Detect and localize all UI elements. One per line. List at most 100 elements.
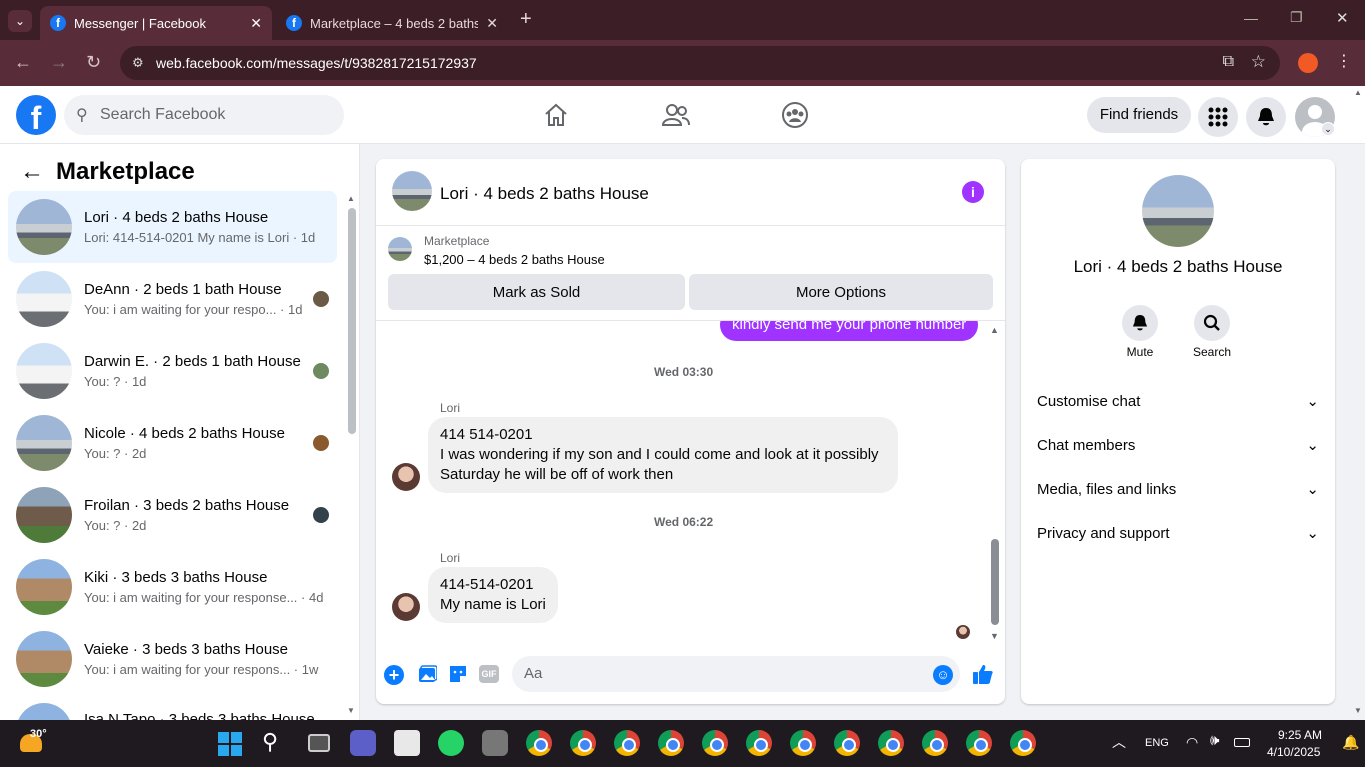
gif-icon[interactable]: GIF [479,665,499,683]
search-conversation-button[interactable] [1194,305,1230,341]
conversation-item[interactable]: Kiki · 3 beds 3 baths House You: i am wai… [8,551,337,623]
menu-grid-icon[interactable] [1198,97,1238,137]
close-window-icon[interactable]: ✕ [1336,9,1349,27]
chat-title[interactable]: Lori · 4 beds 2 baths House [440,184,649,204]
message-input[interactable]: Aa [512,656,960,692]
chrome-icon[interactable] [526,730,552,756]
listing-price[interactable]: $1,200 – 4 beds 2 baths House [424,252,605,267]
back-arrow-icon[interactable]: ← [20,158,44,186]
search-input[interactable]: ⚲ Search Facebook [64,95,344,135]
clock-time[interactable]: 9:25 AM [1278,728,1322,742]
conversation-item[interactable]: Darwin E. · 2 beds 1 bath House You: ? · … [8,335,337,407]
chrome-icon[interactable] [922,730,948,756]
chrome-icon[interactable] [658,730,684,756]
task-view-icon[interactable] [308,734,330,752]
taskbar-search-icon[interactable]: ⚲ [262,729,278,755]
chrome-icon[interactable] [878,730,904,756]
site-info-icon[interactable]: ⚙ [132,55,144,71]
chat-scroll-down-icon[interactable]: ▼ [990,631,999,641]
conversation-item[interactable]: Nicole · 4 beds 2 baths House You: ? · 2d [8,407,337,479]
incoming-message-bubble[interactable]: 414-514-0201 My name is Lori [428,567,558,623]
conversation-item[interactable]: Froilan · 3 beds 2 baths House You: ? · 2… [8,479,337,551]
new-tab-icon[interactable]: + [520,8,532,31]
chat-scrollbar[interactable] [991,539,999,625]
facebook-logo-icon[interactable]: f [16,95,56,135]
url-bar[interactable]: ⚙ web.facebook.com/messages/t/9382817215… [120,46,1280,80]
wifi-icon[interactable]: ◠ [1186,734,1198,751]
conversation-title: Nicole · 4 beds 2 baths House [84,425,285,442]
meet-icon[interactable] [350,730,376,756]
chat-info-icon[interactable]: i [962,181,984,203]
install-app-icon[interactable]: ⧉ [1223,53,1234,71]
messages-area[interactable]: kindly send me your phone number Wed 03:… [376,321,1005,647]
chrome-icon[interactable] [790,730,816,756]
chrome-icon[interactable] [966,730,992,756]
page-scroll-up-icon[interactable]: ▲ [1354,88,1362,97]
section-media-files-links[interactable]: Media, files and links ⌄ [1037,480,1319,499]
language-indicator[interactable]: ENG [1145,737,1169,749]
section-customise-chat[interactable]: Customise chat ⌄ [1037,392,1319,411]
photo-icon[interactable] [417,664,437,684]
sidebar-scrollbar[interactable] [348,208,356,434]
groups-icon[interactable] [781,101,809,129]
conversation-item[interactable]: Lori · 4 beds 2 baths House Lori: 414-514… [8,191,337,263]
find-friends-button[interactable]: Find friends [1087,97,1191,133]
browser-menu-icon[interactable]: ⋮ [1336,51,1352,71]
whatsapp-icon[interactable] [438,730,464,756]
chat-avatar[interactable] [392,171,432,211]
info-avatar[interactable] [1142,175,1214,247]
close-tab-icon[interactable]: ✕ [250,15,262,32]
listing-thumbnail[interactable] [388,237,412,261]
account-chevron-icon[interactable]: ⌄ [1321,122,1335,136]
tab-messenger[interactable]: f Messenger | Facebook ✕ [40,6,272,40]
forward-icon[interactable]: → [50,52,68,72]
mark-as-sold-button[interactable]: Mark as Sold [388,274,685,310]
notifications-bell-icon[interactable] [1246,97,1286,137]
sidebar-scroll-up-icon[interactable]: ▲ [347,194,355,203]
section-privacy-support[interactable]: Privacy and support ⌄ [1037,524,1319,543]
reload-icon[interactable]: ↻ [86,52,101,72]
sender-avatar[interactable] [392,593,420,621]
sender-avatar[interactable] [392,463,420,491]
chrome-icon[interactable] [834,730,860,756]
conversation-item[interactable]: DeAnn · 2 beds 1 bath House You: i am wai… [8,263,337,335]
notification-center-icon[interactable]: 🔔 [1342,734,1359,751]
chat-scroll-up-icon[interactable]: ▲ [990,325,999,335]
volume-icon[interactable]: 🕪 [1210,732,1219,749]
friends-icon[interactable] [662,102,690,128]
conversation-item[interactable]: Vaieke · 3 beds 3 baths House You: i am w… [8,623,337,695]
more-options-button[interactable]: More Options [689,274,993,310]
outgoing-message-bubble[interactable]: kindly send me your phone number [720,321,979,341]
section-chat-members[interactable]: Chat members ⌄ [1037,436,1319,455]
conversation-item[interactable]: Isa N Tapo · 3 beds 3 baths House [8,695,337,720]
close-tab-icon[interactable]: ✕ [486,15,498,32]
weather-temp[interactable]: 30° [30,728,47,740]
bookmark-star-icon[interactable]: ☆ [1251,52,1266,72]
snipping-tool-icon[interactable] [394,730,420,756]
start-windows-icon[interactable] [218,732,242,756]
battery-icon[interactable] [1234,738,1250,747]
add-attachment-icon[interactable]: + [384,665,404,685]
back-icon[interactable]: ← [14,52,32,72]
restore-icon[interactable]: ❐ [1290,9,1303,26]
tab-marketplace[interactable]: f Marketplace – 4 beds 2 baths H ✕ [276,6,508,40]
minimize-icon[interactable]: — [1244,10,1258,26]
show-hidden-icons-icon[interactable]: ︿ [1112,732,1126,752]
sticker-icon[interactable] [448,664,468,684]
mute-button[interactable] [1122,305,1158,341]
clock-date[interactable]: 4/10/2025 [1267,745,1320,759]
chrome-icon[interactable] [746,730,772,756]
profile-avatar-icon[interactable] [1298,53,1318,73]
tab-list-chevron-icon[interactable]: ⌄ [8,10,32,32]
home-icon[interactable] [543,102,569,128]
camera-icon[interactable] [482,730,508,756]
chrome-icon[interactable] [614,730,640,756]
page-scroll-down-icon[interactable]: ▼ [1354,706,1362,715]
chrome-icon[interactable] [570,730,596,756]
incoming-message-bubble[interactable]: 414 514-0201 I was wondering if my son a… [428,417,898,493]
chrome-icon[interactable] [1010,730,1036,756]
like-thumb-icon[interactable] [972,663,994,685]
chrome-icon[interactable] [702,730,728,756]
sidebar-scroll-down-icon[interactable]: ▼ [347,706,355,715]
emoji-icon[interactable]: ☺ [933,665,953,685]
